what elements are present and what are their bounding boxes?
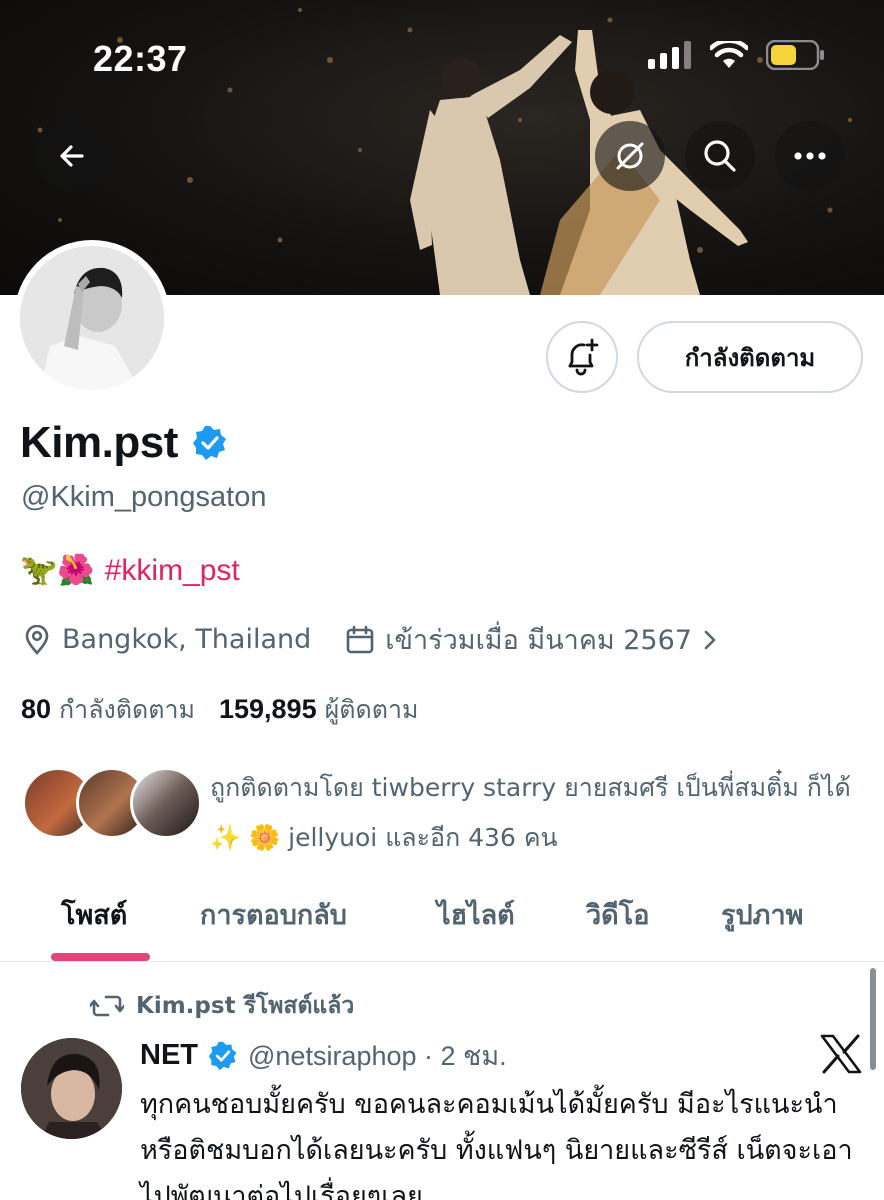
profile-joined[interactable]: เข้าร่วมเมื่อ มีนาคม 2567 <box>345 618 718 661</box>
follower-avatar-stack <box>22 767 202 839</box>
back-arrow-icon <box>60 145 84 167</box>
post-author-photo <box>21 1038 122 1139</box>
follower-avatar <box>130 767 202 839</box>
battery-icon <box>766 40 824 70</box>
translate-off-icon <box>616 142 644 170</box>
cellular-signal-icon <box>648 41 691 69</box>
avatar-photo <box>20 246 164 390</box>
tab-highlights[interactable]: ไฮไลต์ <box>437 893 515 936</box>
following-count-link[interactable]: 80 กำลังติดตาม <box>21 690 195 730</box>
repost-indicator[interactable]: Kim.pst รีโพสต์แล้ว <box>90 988 354 1024</box>
bio-hashtag-link[interactable]: #kkim_pst <box>105 554 240 588</box>
following-count: 80 <box>21 694 52 724</box>
profile-tabs: โพสต์ การตอบกลับ ไฮไลต์ วิดีโอ รูปภาพ <box>0 875 884 962</box>
profile-avatar[interactable] <box>14 240 170 396</box>
following-button[interactable]: กำลังติดตาม <box>637 321 863 393</box>
more-button[interactable] <box>775 121 845 191</box>
location-pin-icon <box>25 624 49 655</box>
repost-icon <box>90 995 124 1017</box>
tab-posts[interactable]: โพสต์ <box>61 893 127 936</box>
profile-name: Kim.pst <box>20 418 178 467</box>
post-author-meta: @netsiraphop · 2 ชม. <box>248 1041 507 1071</box>
post-author-avatar[interactable] <box>21 1038 122 1139</box>
profile-handle: @Kkim_pongsaton <box>21 481 267 513</box>
repost-label: Kim.pst รีโพสต์แล้ว <box>136 993 355 1019</box>
calendar-icon <box>346 625 374 653</box>
post-header: NET @netsiraphop · 2 ชม. <box>140 1034 507 1077</box>
profile-bio: 🦖🌺 #kkim_pst <box>20 553 240 588</box>
following-label: กำลังติดตาม <box>59 695 195 724</box>
location-text: Bangkok, Thailand <box>62 624 312 655</box>
search-button[interactable] <box>685 121 755 191</box>
followers-label: ผู้ติดตาม <box>324 695 419 724</box>
verified-badge-icon[interactable] <box>192 425 228 461</box>
back-button[interactable] <box>37 121 107 191</box>
post-text: ทุกคนชอบมั้ยครับ ขอคนละคอมเม้นได้มั้ยครั… <box>140 1089 853 1200</box>
wifi-icon <box>710 41 748 68</box>
active-tab-indicator <box>51 953 150 961</box>
joined-text: เข้าร่วมเมื่อ มีนาคม 2567 <box>385 625 692 656</box>
verified-badge-icon <box>208 1041 237 1070</box>
tab-media[interactable]: รูปภาพ <box>721 893 803 936</box>
x-logo-icon <box>820 1034 862 1074</box>
search-icon <box>704 140 736 172</box>
scrollbar[interactable] <box>870 968 876 1070</box>
profile-location: Bangkok, Thailand <box>22 624 311 655</box>
post-author-name[interactable]: NET <box>140 1039 198 1072</box>
profile-meta: Bangkok, Thailand เข้าร่วมเมื่อ มีนาคม 2… <box>22 618 752 661</box>
followed-by-text: ถูกติดตามโดย tiwberry starry ยายสมศรี เป… <box>210 773 851 852</box>
translate-button[interactable] <box>595 121 665 191</box>
profile-name-row: Kim.pst <box>20 418 228 468</box>
notification-button[interactable] <box>546 321 618 393</box>
chevron-right-icon <box>704 630 716 649</box>
tab-videos[interactable]: วิดีโอ <box>586 893 649 936</box>
notification-add-icon <box>568 338 599 376</box>
followers-count-link[interactable]: 159,895 ผู้ติดตาม <box>219 690 418 730</box>
follow-counts: 80 กำลังติดตาม 159,895 ผู้ติดตาม <box>21 690 442 730</box>
tab-replies[interactable]: การตอบกลับ <box>200 893 347 936</box>
more-icon <box>794 152 826 160</box>
status-time: 22:37 <box>93 38 188 79</box>
followers-count: 159,895 <box>218 694 317 724</box>
bio-emoji: 🦖🌺 <box>20 553 95 588</box>
status-icons <box>648 40 826 70</box>
